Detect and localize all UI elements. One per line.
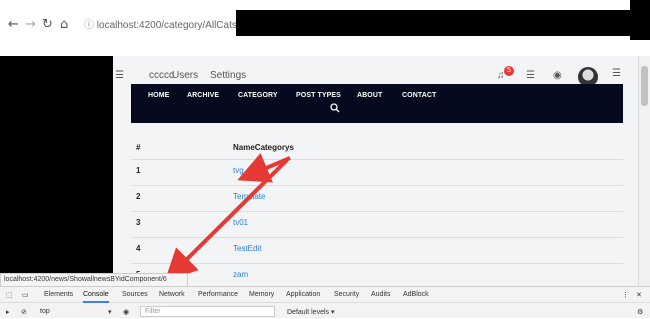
row-number: 2 — [136, 192, 141, 201]
row-number: 3 — [136, 218, 141, 227]
close-icon[interactable]: ✕ — [636, 291, 642, 299]
menu-item-post-types[interactable]: POST TYPES — [296, 92, 341, 99]
console-toolbar: ▸ ⊘ top ▾ ◉ Default levels ▾ ⚙ — [0, 304, 650, 319]
redacted-sidebar — [0, 56, 113, 286]
category-link[interactable]: tv01 — [233, 218, 248, 227]
tab-application[interactable]: Application — [286, 291, 320, 298]
tab-performance[interactable]: Performance — [198, 291, 238, 298]
device-toggle-icon[interactable]: ▭ — [22, 291, 29, 299]
tab-memory[interactable]: Memory — [249, 291, 274, 298]
info-icon: ⓘ — [84, 20, 97, 31]
clear-console-icon[interactable]: ⊘ — [21, 308, 27, 316]
redacted-block — [630, 0, 650, 40]
menu-item-contact[interactable]: CONTACT — [402, 92, 436, 99]
tab-console[interactable]: Console — [83, 291, 109, 303]
table-header: # NameCategorys — [131, 137, 623, 160]
more-icon[interactable]: ⋮ — [622, 291, 629, 299]
brand-link[interactable]: ccccc — [149, 70, 174, 81]
tab-security[interactable]: Security — [334, 291, 359, 298]
row-number: 4 — [136, 244, 141, 253]
category-link[interactable]: tvg — [233, 166, 244, 175]
scrollbar-thumb[interactable] — [641, 66, 648, 106]
category-link[interactable]: Template — [233, 192, 265, 201]
tab-network[interactable]: Network — [159, 291, 185, 298]
sidebar-toggle-icon[interactable]: ▸ — [6, 308, 10, 316]
menu-item-about[interactable]: ABOUT — [357, 92, 382, 99]
table-row: 4 TestEdit — [131, 238, 623, 264]
menu-icon[interactable]: ☰ — [115, 70, 124, 81]
search-icon[interactable] — [330, 103, 340, 113]
list-icon[interactable]: ☰ — [526, 70, 535, 81]
redacted-block — [236, 10, 630, 36]
status-url-tooltip: localhost:4200/news/ShowallnewsBYidCompo… — [0, 273, 188, 287]
tab-adblock[interactable]: AdBlock — [403, 291, 429, 298]
eye-icon[interactable]: ◉ — [123, 308, 129, 316]
devtools-panel: ⬚ ▭ Elements Console Sources Network Per… — [0, 286, 650, 318]
menu-icon[interactable]: ☰ — [612, 68, 621, 79]
tab-elements[interactable]: Elements — [44, 291, 73, 298]
home-icon[interactable]: ⌂ — [60, 17, 68, 32]
context-selector[interactable]: top — [40, 308, 50, 315]
users-link[interactable]: Users — [172, 70, 198, 81]
location-pin-icon[interactable]: ◉ — [553, 70, 562, 81]
filter-input[interactable]: Filter — [140, 306, 275, 317]
table-row: 3 tv01 — [131, 212, 623, 238]
column-name-header: NameCategorys — [233, 143, 294, 152]
category-link[interactable]: zam — [233, 270, 248, 279]
settings-link[interactable]: Settings — [210, 70, 246, 81]
forward-icon[interactable]: → — [25, 17, 36, 32]
column-number-header: # — [136, 143, 141, 152]
table-row: 2 Template — [131, 186, 623, 212]
site-menu: HOME ARCHIVE CATEGORY POST TYPES ABOUT C… — [131, 84, 623, 123]
menu-item-home[interactable]: HOME — [148, 92, 169, 99]
category-link[interactable]: TestEdit — [233, 244, 261, 253]
table-row: 5 zam — [131, 264, 623, 286]
context-dropdown-icon[interactable]: ▾ — [108, 308, 112, 316]
notification-badge: 5 — [504, 66, 514, 76]
menu-item-category[interactable]: CATEGORY — [238, 92, 278, 99]
gear-icon[interactable]: ⚙ — [637, 308, 643, 316]
table-row: 1 tvg — [131, 160, 623, 186]
row-number: 1 — [136, 166, 141, 175]
tab-sources[interactable]: Sources — [122, 291, 148, 298]
menu-item-archive[interactable]: ARCHIVE — [187, 92, 219, 99]
inspect-icon[interactable]: ⬚ — [6, 291, 13, 299]
reload-icon[interactable]: ↻ — [42, 17, 53, 32]
levels-dropdown[interactable]: Default levels ▾ — [287, 308, 334, 316]
devtools-tabs: ⬚ ▭ Elements Console Sources Network Per… — [0, 287, 650, 303]
back-icon[interactable]: ← — [8, 17, 19, 32]
tab-audits[interactable]: Audits — [371, 291, 390, 298]
